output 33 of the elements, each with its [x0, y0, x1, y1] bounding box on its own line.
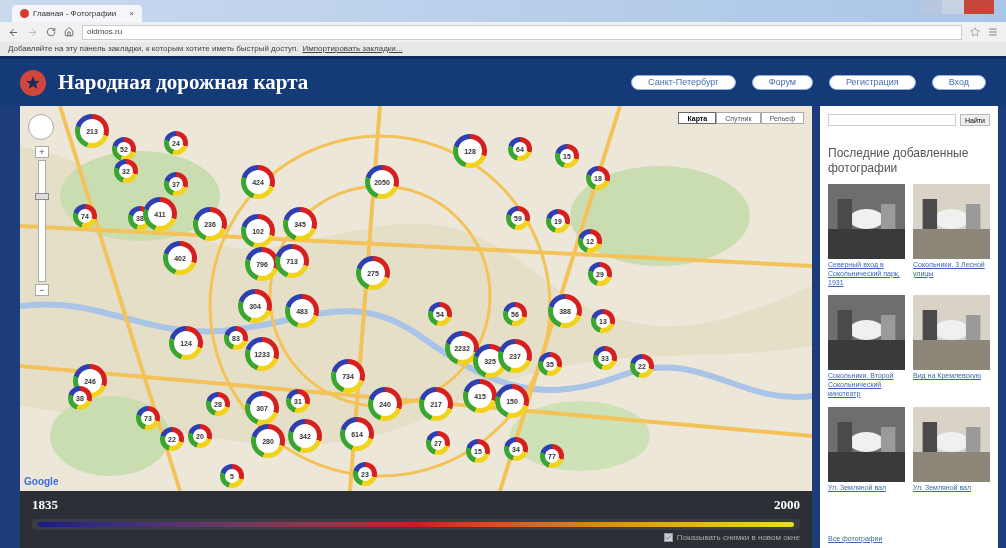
- google-logo: Google: [24, 475, 59, 489]
- bookmarks-hint: Добавляйте на эту панель закладки, к которым хотите иметь быстрый доступ.: [8, 43, 299, 55]
- zoom-out-button[interactable]: −: [35, 284, 49, 296]
- window-controls-icon[interactable]: [920, 0, 994, 14]
- star-icon[interactable]: [970, 27, 980, 37]
- reload-icon[interactable]: [46, 27, 56, 37]
- tab-close-button[interactable]: ×: [129, 7, 134, 20]
- zoom-in-button[interactable]: +: [35, 146, 49, 158]
- nav-button[interactable]: Вход: [931, 75, 986, 90]
- zoom-slider-track[interactable]: [38, 160, 46, 282]
- nav-button[interactable]: Форум: [751, 75, 813, 90]
- back-icon[interactable]: [8, 26, 19, 38]
- search-field[interactable]: [828, 114, 956, 126]
- import-bookmarks-link[interactable]: Импортировать закладки...: [302, 43, 403, 55]
- tab-title: Главная - Фотографии: [33, 7, 117, 20]
- site-title: Народная дорожная карта: [58, 68, 309, 96]
- new-window-checkbox[interactable]: [663, 533, 673, 542]
- browser-tab[interactable]: Главная - Фотографии ×: [12, 5, 142, 22]
- home-icon[interactable]: [64, 27, 74, 37]
- nav-button[interactable]: Регистрация: [829, 75, 916, 90]
- zoom-slider-thumb[interactable]: [35, 193, 49, 201]
- checkbox-label: Показывать снимки в новом окне: [676, 531, 800, 544]
- address-bar[interactable]: oldmos.ru: [82, 24, 962, 40]
- end-year: 2000: [774, 496, 800, 514]
- start-year: 1835: [32, 496, 58, 514]
- favicon-icon: [20, 9, 29, 18]
- sidebar-heading: Последние добавленные фотографии: [828, 146, 970, 176]
- star-logo-icon: [20, 69, 46, 96]
- url-text: oldmos.ru: [87, 26, 123, 38]
- year-range-fill[interactable]: [38, 521, 794, 527]
- menu-icon[interactable]: [988, 27, 998, 37]
- nav-button[interactable]: Санкт-Петербург: [631, 75, 736, 90]
- year-range-track[interactable]: [32, 518, 800, 530]
